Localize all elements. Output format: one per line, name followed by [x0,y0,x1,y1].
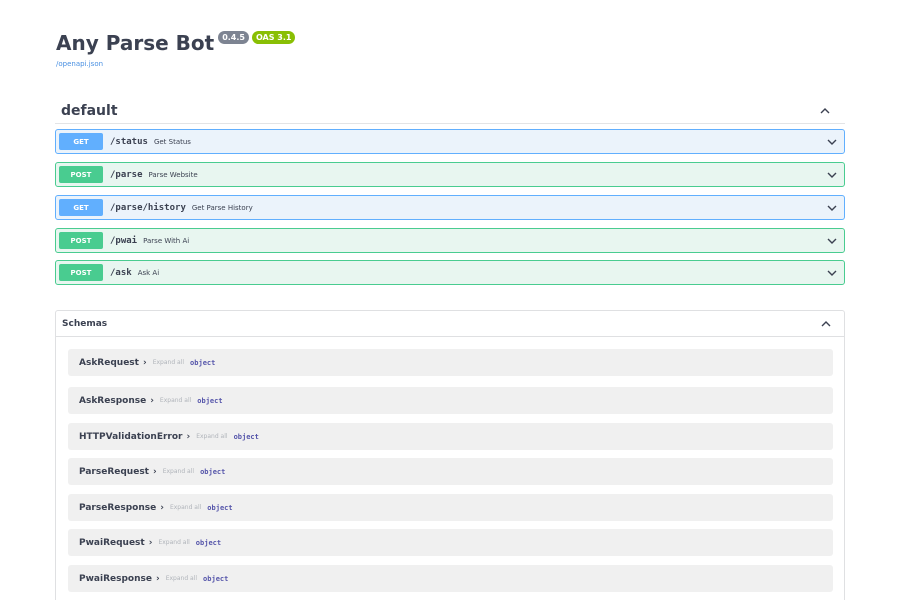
chevron-down-icon[interactable] [824,265,840,281]
chevron-down-icon[interactable] [824,233,840,249]
operation-path: /ask [110,267,132,278]
expand-all-link[interactable]: Expand all [160,397,191,404]
schema-model-askrequest[interactable]: AskRequest › Expand all object [68,349,833,376]
api-info: Any Parse Bot 0.4.5 OAS 3.1 /openapi.jso… [56,30,296,68]
schema-model-askresponse[interactable]: AskResponse › Expand all object [68,387,833,414]
operation-path: /parse/history [110,202,186,213]
model-type: object [207,503,233,512]
operation-summary: Parse Website [148,170,198,179]
expand-all-link[interactable]: Expand all [158,539,189,546]
model-name[interactable]: PwaiRequest [79,538,145,548]
method-badge: GET [59,133,103,150]
operation-get-parse-history[interactable]: GET/parse/history Get Parse History [55,195,845,220]
expand-all-link[interactable]: Expand all [153,359,184,366]
operation-get-status[interactable]: GET/status Get Status [55,129,845,154]
openapi-json-link[interactable]: /openapi.json [56,60,295,68]
chevron-down-icon[interactable] [824,167,840,183]
title-row: Any Parse Bot 0.4.5 OAS 3.1 [56,30,296,56]
schemas-header[interactable]: Schemas [56,311,844,337]
schema-model-pwairequest[interactable]: PwaiRequest › Expand all object [68,529,833,556]
model-name[interactable]: ParseResponse [79,503,156,513]
model-type: object [200,467,226,476]
schemas-section: Schemas AskRequest › Expand all object AskRe… [55,310,845,600]
model-name[interactable]: ParseRequest [79,467,149,477]
tag-section-default[interactable]: default [55,98,845,124]
method-badge: POST [59,166,103,183]
chevron-right-icon[interactable]: › [149,538,153,548]
chevron-right-icon[interactable]: › [156,574,160,584]
chevron-right-icon[interactable]: › [143,358,147,368]
tag-title: default [61,102,118,119]
model-name[interactable]: PwaiResponse [79,574,152,584]
model-type: object [195,538,222,547]
operation-post-ask[interactable]: POST/ask Ask Ai [55,260,845,285]
chevron-up-icon[interactable] [818,316,834,332]
api-title: Any Parse Bot [56,31,215,55]
chevron-up-icon[interactable] [817,103,833,119]
model-type: object [233,432,259,441]
schema-model-httpvalidationerror[interactable]: HTTPValidationError › Expand all object [68,423,833,450]
schema-model-parserequest[interactable]: ParseRequest › Expand all object [68,458,833,485]
version-badge: 0.4.5 [218,31,249,44]
schema-model-parseresponse[interactable]: ParseResponse › Expand all object [68,494,833,521]
chevron-right-icon[interactable]: › [150,396,154,406]
operation-summary: Ask Ai [137,268,160,277]
chevron-right-icon[interactable]: › [186,432,190,442]
model-name[interactable]: HTTPValidationError [79,432,182,442]
expand-all-link[interactable]: Expand all [166,575,197,582]
operation-summary: Parse With Ai [143,236,190,245]
operation-summary: Get Status [153,137,191,146]
expand-all-link[interactable]: Expand all [196,433,227,440]
model-name[interactable]: AskRequest [79,358,139,368]
schemas-title: Schemas [62,318,108,329]
schema-model-pwairesponse[interactable]: PwaiResponse › Expand all object [68,565,833,592]
expand-all-link[interactable]: Expand all [170,504,201,511]
operation-summary: Get Parse History [191,203,253,212]
chevron-down-icon[interactable] [824,200,840,216]
model-name[interactable]: AskResponse [79,396,146,406]
model-type: object [190,358,216,367]
chevron-right-icon[interactable]: › [153,467,157,477]
chevron-down-icon[interactable] [824,134,840,150]
operation-post-parse[interactable]: POST/parse Parse Website [55,162,845,187]
model-type: object [197,396,223,405]
operation-path: /parse [110,169,143,180]
method-badge: GET [59,199,103,216]
method-badge: POST [59,264,103,281]
operation-path: /pwai [110,235,138,246]
operation-path: /status [110,136,148,147]
expand-all-link[interactable]: Expand all [163,468,194,475]
method-badge: POST [59,232,103,249]
model-type: object [203,574,229,583]
operation-post-pwai[interactable]: POST/pwai Parse With Ai [55,228,845,253]
chevron-right-icon[interactable]: › [160,503,164,513]
oas-badge: OAS 3.1 [251,31,296,44]
